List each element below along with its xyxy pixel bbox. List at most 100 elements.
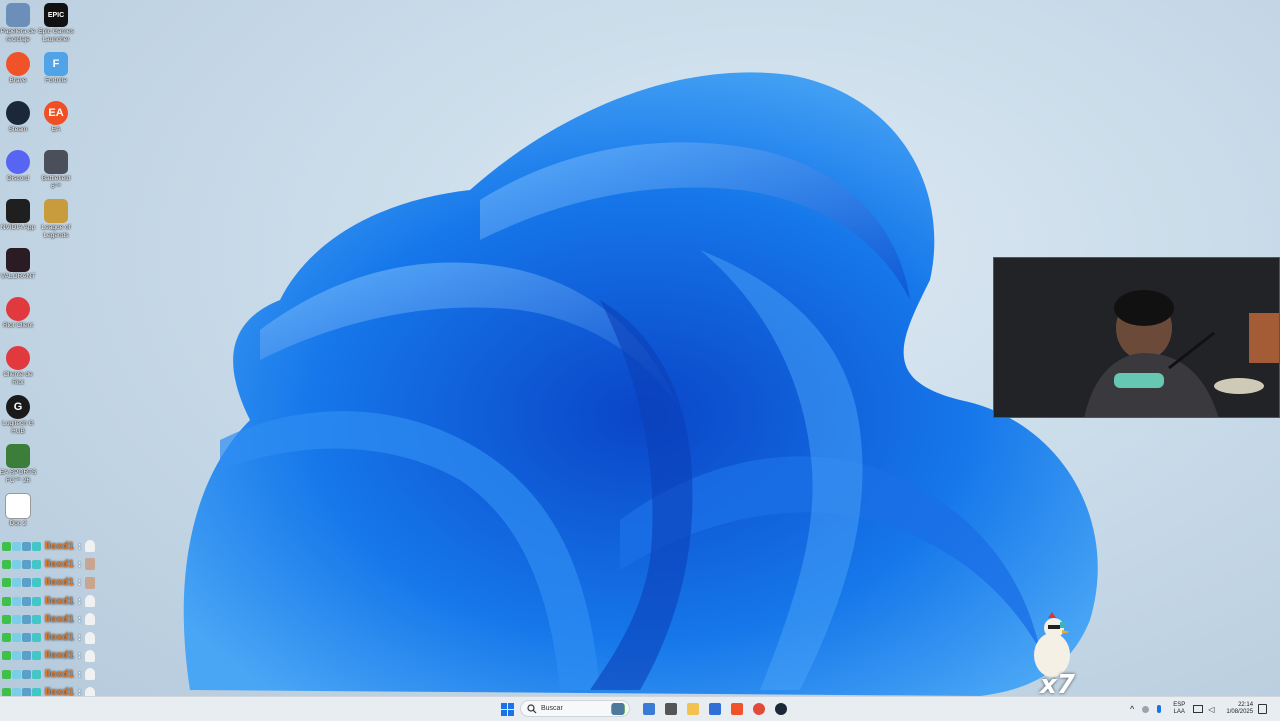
chat-username: lloxd1 <box>45 540 74 552</box>
fortnite-icon: F <box>44 52 68 76</box>
hand-emote-icon <box>85 613 96 626</box>
copilot-icon[interactable] <box>641 701 657 717</box>
desktop-icon[interactable]: Steam <box>0 101 38 134</box>
chat-separator: : <box>77 558 82 570</box>
face-emote-icon <box>85 576 96 589</box>
notifications-icon[interactable] <box>1258 704 1268 714</box>
desktop-icon-label: VALORANT <box>0 273 36 280</box>
hand-emote-icon <box>85 649 96 662</box>
keyboard-layout: LAA <box>1173 709 1185 715</box>
chat-username: lloxd1 <box>45 613 74 625</box>
microphone-icon[interactable] <box>1157 705 1162 713</box>
chat-message: lloxd1: <box>2 610 112 628</box>
chrome-icon[interactable] <box>751 701 767 717</box>
chat-message: lloxd1: <box>2 574 112 592</box>
sub-badge-icon <box>2 541 11 551</box>
mod-badge-icon <box>22 669 31 679</box>
face-emote-icon <box>85 558 96 571</box>
start-button[interactable] <box>499 701 515 717</box>
epic-games-icon: EPIC <box>44 3 68 27</box>
desktop-icon[interactable]: Riot Client <box>0 297 38 330</box>
mascot-overlay: x7 <box>1022 610 1082 700</box>
desktop-icon[interactable]: NVIDIA App <box>0 199 38 232</box>
league-of-legends-icon <box>44 199 68 223</box>
chat-separator: : <box>77 595 82 607</box>
riot-client-icon <box>6 346 30 370</box>
task-view-icon[interactable] <box>663 701 679 717</box>
chat-username: lloxd1 <box>45 577 74 589</box>
desktop-icon[interactable]: F Fortnite <box>36 52 76 85</box>
prime-badge-icon <box>12 669 21 679</box>
desktop-icon[interactable]: EPIC Epic Games Launcher <box>36 3 76 44</box>
desktop-icon[interactable]: EA EA <box>36 101 76 134</box>
taskbar: Buscar ^ ESP LAA ◁ 22:14 1/08/2025 <box>0 696 1280 721</box>
brave-icon <box>6 52 30 76</box>
desktop-icon[interactable]: League of Legends <box>36 199 76 240</box>
desktop-icon-label: EA <box>51 126 61 133</box>
tray-app-icon[interactable] <box>1142 705 1150 713</box>
prime-badge-icon <box>12 559 21 569</box>
chat-username: lloxd1 <box>45 650 74 662</box>
discord-icon <box>6 150 30 174</box>
bits-badge-icon <box>32 633 41 643</box>
chat-message: lloxd1: <box>2 647 112 665</box>
store-icon[interactable] <box>707 701 723 717</box>
desktop-icon-label: Papelera de reciclaje <box>0 28 36 43</box>
clock[interactable]: 22:14 1/08/2025 <box>1226 702 1253 716</box>
language-indicator[interactable]: ESP LAA <box>1173 702 1185 716</box>
sub-badge-icon <box>2 651 11 661</box>
nvidia-icon <box>6 199 30 223</box>
mod-badge-icon <box>22 651 31 661</box>
recycle-bin-icon <box>6 3 30 27</box>
hand-emote-icon <box>85 631 96 644</box>
desktop-icon-label: Battlefield 6™ <box>41 175 71 190</box>
chat-separator: : <box>77 540 82 552</box>
desktop-icon[interactable]: Discord <box>0 150 38 183</box>
desktop-icon-label: Steam <box>8 126 28 133</box>
chat-message: lloxd1: <box>2 537 112 555</box>
desktop-icon[interactable]: Papelera de reciclaje <box>0 3 38 44</box>
sub-badge-icon <box>2 614 11 624</box>
steam-icon[interactable] <box>773 701 789 717</box>
chat-username: lloxd1 <box>45 632 74 644</box>
desktop-icon[interactable]: Cliente de Riot <box>0 346 38 387</box>
chat-overlay: lloxd1: lloxd1: lloxd1: lloxd1: lloxd1: lloxd… <box>2 537 112 702</box>
mod-badge-icon <box>22 596 31 606</box>
desktop-icon[interactable]: VALORANT <box>0 248 38 281</box>
steam-icon <box>6 101 30 125</box>
hand-emote-icon <box>85 540 96 553</box>
file-explorer-icon[interactable] <box>610 701 626 717</box>
chat-message: lloxd1: <box>2 665 112 683</box>
desktop-icon-label: Cliente de Riot <box>3 371 33 386</box>
desktop-icon-label: Logitech G HUB <box>2 420 34 435</box>
desktop-icon-label: Epic Games Launcher <box>38 28 74 43</box>
system-tray: ^ ESP LAA ◁ 22:14 1/08/2025 <box>1130 697 1268 721</box>
ea-icon: EA <box>44 101 68 125</box>
desktop-icon[interactable]: G Logitech G HUB <box>0 395 38 436</box>
desktop-icon-label: NVIDIA App <box>0 224 36 231</box>
sub-badge-icon <box>2 578 11 588</box>
prime-badge-icon <box>12 578 21 588</box>
desktop-icon[interactable]: EA SPORTS FC™ 26 <box>0 444 38 485</box>
brave-icon[interactable] <box>729 701 745 717</box>
mod-badge-icon <box>22 578 31 588</box>
sub-badge-icon <box>2 559 11 569</box>
desktop-icon[interactable]: Doc 2 <box>0 493 38 528</box>
network-icon[interactable] <box>1193 705 1204 713</box>
desktop-icon[interactable]: Brave <box>0 52 38 85</box>
volume-icon[interactable]: ◁ <box>1208 705 1214 714</box>
bits-badge-icon <box>32 651 41 661</box>
chat-separator: : <box>77 650 82 662</box>
chat-message: lloxd1: <box>2 555 112 573</box>
bits-badge-icon <box>32 669 41 679</box>
hand-emote-icon <box>85 668 96 681</box>
chevron-up-icon[interactable]: ^ <box>1130 704 1134 714</box>
valorant-icon <box>6 248 30 272</box>
bits-badge-icon <box>32 559 41 569</box>
desktop-icon-label: Doc 2 <box>9 520 27 527</box>
riot-client-icon <box>6 297 30 321</box>
desktop-icon[interactable]: Battlefield 6™ <box>36 150 76 191</box>
folder-icon[interactable] <box>685 701 701 717</box>
logitech-g-icon: G <box>6 395 30 419</box>
prime-badge-icon <box>12 651 21 661</box>
